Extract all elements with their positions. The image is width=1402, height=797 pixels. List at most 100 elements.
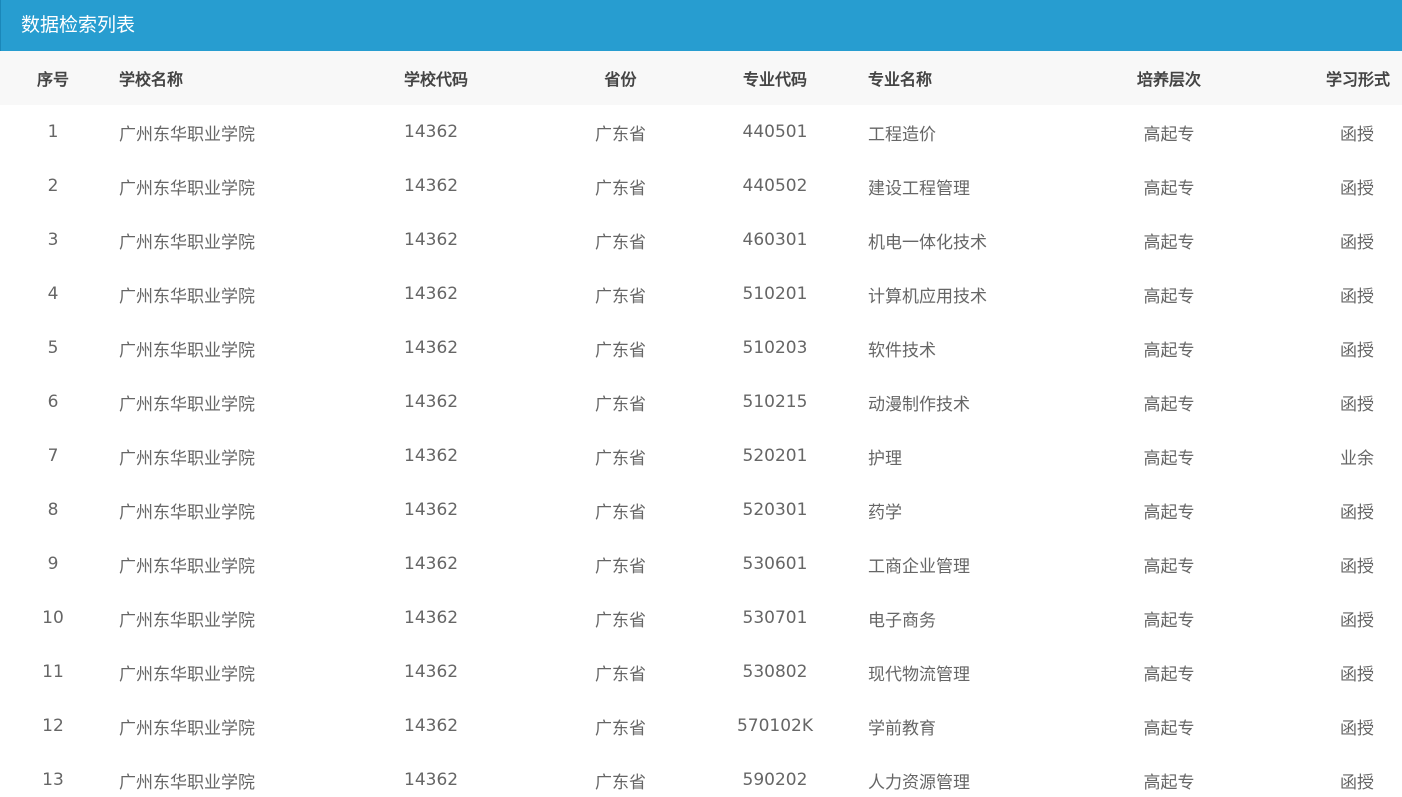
cell-school-code: 14362 [404,446,459,466]
cell-major-code: 440501 [742,122,808,142]
cell-major-code: 530802 [742,662,808,682]
data-search-panel: 数据检索列表 序号 学校名称 学校代码 省份 专业代码 专业名称 培养层次 学习… [0,0,1402,797]
table-row[interactable]: 10 广州东华职业学院 14362 广东省 530701 电子商务 高起专 函授 [0,591,1402,645]
cell-major-name: 建设工程管理 [868,178,970,199]
cell-level: 高起专 [1143,772,1195,793]
table-row[interactable]: 9 广州东华职业学院 14362 广东省 530601 工商企业管理 高起专 函授 [0,537,1402,591]
table-row[interactable]: 11 广州东华职业学院 14362 广东省 530802 现代物流管理 高起专 函授 [0,645,1402,699]
cell-major-name: 机电一体化技术 [868,232,987,253]
cell-study-form: 函授 [1340,124,1374,145]
cell-major-name: 工程造价 [868,124,936,145]
table-body: 1 广州东华职业学院 14362 广东省 440501 工程造价 高起专 函授 2 广州东华职业学… [0,105,1402,797]
table-row[interactable]: 2 广州东华职业学院 14362 广东省 440502 建设工程管理 高起专 函授 [0,159,1402,213]
results-table: 序号 学校名称 学校代码 省份 专业代码 专业名称 培养层次 学习形式 1 广州东… [0,51,1402,797]
cell-level: 高起专 [1143,232,1195,253]
cell-school-code: 14362 [404,554,459,574]
cell-school-code: 14362 [404,176,459,196]
cell-school-code: 14362 [404,284,459,304]
table-row[interactable]: 13 广州东华职业学院 14362 广东省 590202 人力资源管理 高起专 函授 [0,753,1402,797]
cell-no: 3 [47,230,59,250]
column-header-major-name[interactable]: 专业名称 [850,51,1076,105]
cell-school-name: 广州东华职业学院 [119,556,255,577]
cell-major-name: 计算机应用技术 [868,286,987,307]
cell-no: 5 [47,338,59,358]
table-row[interactable]: 4 广州东华职业学院 14362 广东省 510201 计算机应用技术 高起专 函授 [0,267,1402,321]
table-row[interactable]: 12 广州东华职业学院 14362 广东省 570102K 学前教育 高起专 函授 [0,699,1402,753]
column-header-study-form[interactable]: 学习形式 [1262,51,1402,105]
column-header-major-code[interactable]: 专业代码 [700,51,850,105]
cell-level: 高起专 [1143,556,1195,577]
column-header-no[interactable]: 序号 [0,51,106,105]
cell-study-form: 函授 [1340,178,1374,199]
cell-level: 高起专 [1143,286,1195,307]
cell-study-form: 业余 [1340,448,1374,469]
cell-school-code: 14362 [404,770,459,790]
cell-study-form: 函授 [1340,664,1374,685]
cell-school-name: 广州东华职业学院 [119,610,255,631]
cell-school-code: 14362 [404,500,459,520]
table-row[interactable]: 6 广州东华职业学院 14362 广东省 510215 动漫制作技术 高起专 函授 [0,375,1402,429]
cell-school-code: 14362 [404,716,459,736]
cell-province: 广东省 [595,448,646,469]
cell-level: 高起专 [1143,502,1195,523]
cell-major-code: 590202 [742,770,808,790]
cell-school-code: 14362 [404,338,459,358]
table-row[interactable]: 5 广州东华职业学院 14362 广东省 510203 软件技术 高起专 函授 [0,321,1402,375]
cell-major-code: 510201 [742,284,808,304]
cell-school-name: 广州东华职业学院 [119,448,255,469]
cell-major-name: 软件技术 [868,340,936,361]
cell-school-name: 广州东华职业学院 [119,664,255,685]
column-header-school-code[interactable]: 学校代码 [388,51,541,105]
cell-no: 9 [47,554,59,574]
cell-study-form: 函授 [1340,718,1374,739]
cell-school-code: 14362 [404,230,459,250]
cell-study-form: 函授 [1340,556,1374,577]
cell-major-code: 460301 [742,230,808,250]
cell-no: 8 [47,500,59,520]
cell-major-code: 520301 [742,500,808,520]
cell-no: 7 [47,446,59,466]
cell-major-code: 570102K [736,716,814,736]
cell-no: 10 [42,608,64,628]
cell-major-name: 电子商务 [868,610,936,631]
cell-level: 高起专 [1143,124,1195,145]
cell-study-form: 函授 [1340,772,1374,793]
cell-major-name: 现代物流管理 [868,664,970,685]
cell-major-name: 人力资源管理 [868,772,970,793]
cell-province: 广东省 [595,772,646,793]
cell-no: 13 [42,770,64,790]
cell-province: 广东省 [595,502,646,523]
table-row[interactable]: 3 广州东华职业学院 14362 广东省 460301 机电一体化技术 高起专 函授 [0,213,1402,267]
column-header-school-name[interactable]: 学校名称 [106,51,388,105]
cell-province: 广东省 [595,286,646,307]
cell-major-name: 护理 [868,448,902,469]
cell-school-code: 14362 [404,122,459,142]
cell-school-name: 广州东华职业学院 [119,124,255,145]
column-header-level[interactable]: 培养层次 [1076,51,1262,105]
cell-level: 高起专 [1143,394,1195,415]
cell-no: 2 [47,176,59,196]
table-header: 序号 学校名称 学校代码 省份 专业代码 专业名称 培养层次 学习形式 [0,51,1402,105]
cell-level: 高起专 [1143,178,1195,199]
cell-major-code: 520201 [742,446,808,466]
cell-level: 高起专 [1143,340,1195,361]
cell-major-name: 动漫制作技术 [868,394,970,415]
cell-major-code: 510215 [742,392,808,412]
cell-major-code: 440502 [742,176,808,196]
cell-major-name: 学前教育 [868,718,936,739]
cell-major-code: 510203 [742,338,808,358]
table-row[interactable]: 7 广州东华职业学院 14362 广东省 520201 护理 高起专 业余 [0,429,1402,483]
cell-province: 广东省 [595,340,646,361]
cell-study-form: 函授 [1340,232,1374,253]
cell-province: 广东省 [595,124,646,145]
table-row[interactable]: 1 广州东华职业学院 14362 广东省 440501 工程造价 高起专 函授 [0,105,1402,159]
cell-major-code: 530701 [742,608,808,628]
column-header-province[interactable]: 省份 [541,51,700,105]
cell-school-name: 广州东华职业学院 [119,502,255,523]
cell-province: 广东省 [595,610,646,631]
table-row[interactable]: 8 广州东华职业学院 14362 广东省 520301 药学 高起专 函授 [0,483,1402,537]
cell-no: 1 [47,122,59,142]
cell-level: 高起专 [1143,718,1195,739]
cell-province: 广东省 [595,178,646,199]
cell-level: 高起专 [1143,664,1195,685]
